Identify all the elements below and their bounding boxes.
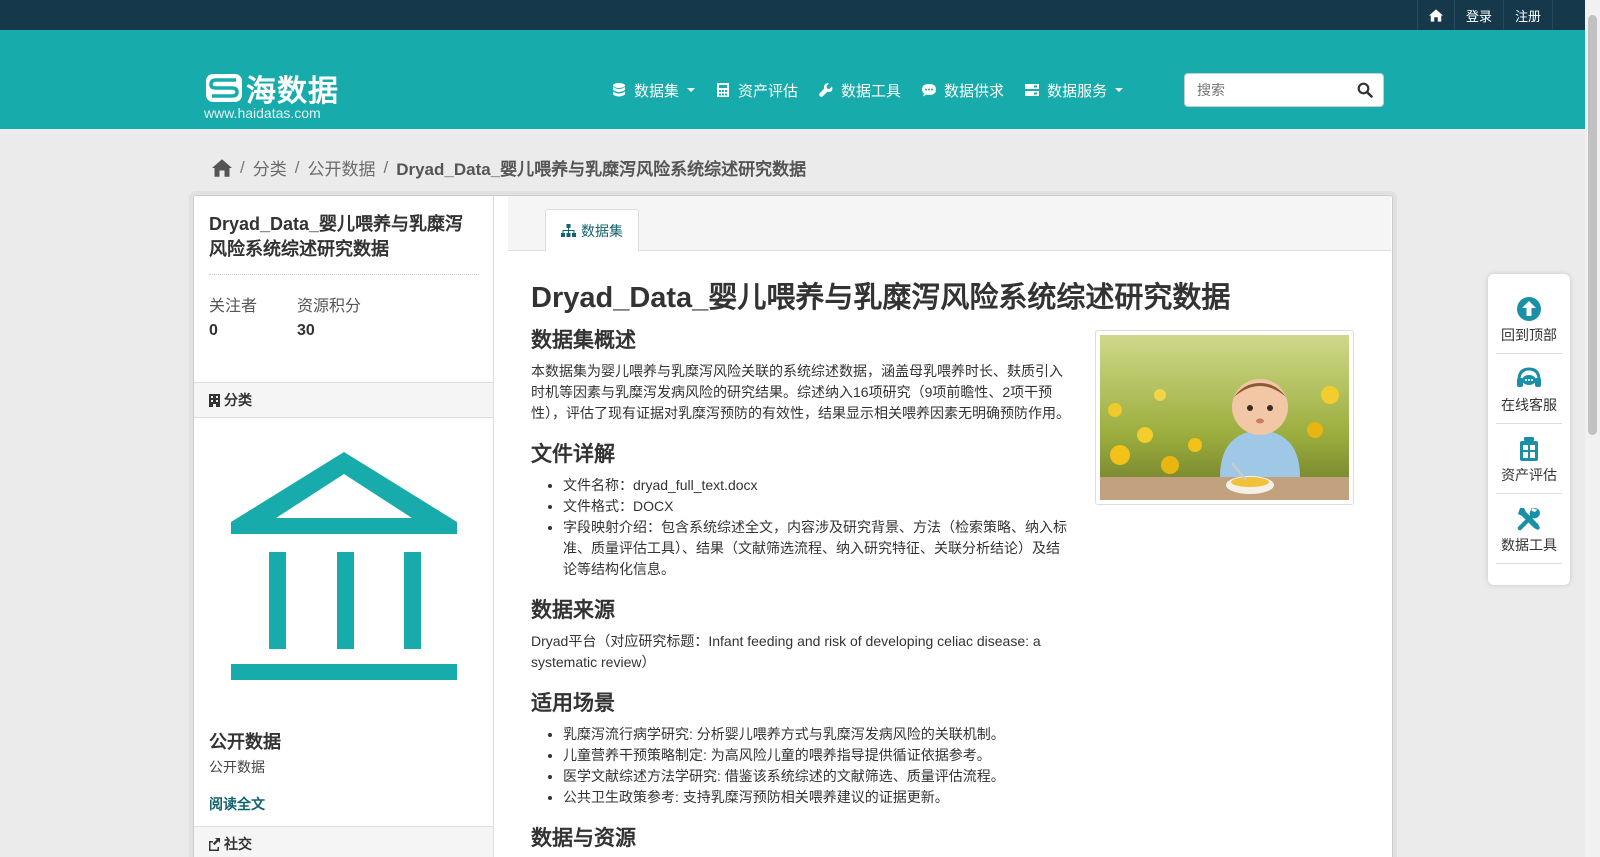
data-tools-label: 数据工具 [1501, 537, 1557, 553]
search-box [1184, 73, 1384, 107]
file-details-heading: 文件详解 [531, 443, 615, 466]
wrench-icon [819, 83, 833, 97]
breadcrumb-current[interactable]: Dryad_Data_婴儿喂养与乳糜泻风险系统综述研究数据 [396, 155, 806, 180]
floating-tool-rail: 回到顶部 在线客服 资产评估 数据工具 [1488, 274, 1570, 585]
points-count: 30 [297, 322, 315, 339]
content-area: 数据集 Dryad_Data_婴儿喂养与乳糜泻风险系统综述研究数据 数据集概述 … [495, 196, 1392, 857]
nav-asset-evaluation[interactable]: 资产评估 [716, 80, 798, 101]
nav-data-tools-label: 数据工具 [841, 82, 902, 100]
chevron-down-icon [1115, 88, 1124, 92]
breadcrumb-public-data[interactable]: 公开数据 [307, 155, 375, 180]
article-body: 数据集概述 本数据集为婴儿喂养与乳糜泻风险关联的系统综述数据，涵盖母乳喂养时长、… [531, 324, 1071, 857]
read-more-link[interactable]: 阅读全文 [209, 794, 265, 814]
list-item: 文件名称：dryad_full_text.docx [563, 475, 1071, 496]
category-section-label: 分类 [224, 392, 252, 408]
home-icon [1428, 8, 1443, 22]
breadcrumb: / 分类 / 公开数据 / Dryad_Data_婴儿喂养与乳糜泻风险系统综述研… [212, 155, 806, 180]
list-item: 公共卫生政策参考: 支持乳糜泻预防相关喂养建议的证据更新。 [563, 787, 1071, 808]
usage-heading: 适用场景 [531, 692, 615, 715]
home-icon[interactable] [212, 158, 232, 177]
tab-strip: 数据集 [508, 196, 1391, 252]
database-icon [613, 83, 625, 97]
online-support-button[interactable]: 在线客服 [1496, 354, 1562, 424]
breadcrumb-separator: / [383, 157, 389, 177]
list-item: 字段映射介绍：包含系统综述全文，内容涉及研究背景、方法（检索策略、纳入标准、质量… [563, 517, 1071, 580]
register-link[interactable]: 注册 [1502, 0, 1553, 30]
calculator-icon [717, 83, 730, 97]
site-logo[interactable]: 海数据 [206, 66, 339, 110]
list-item: 儿童营养干预策略制定: 为高风险儿童的喂养指导提供循证依据参考。 [563, 745, 1071, 766]
list-item: 乳糜泻流行病学研究: 分析婴儿喂养方式与乳糜泻发病风险的关联机制。 [563, 724, 1071, 745]
headset-icon [1517, 367, 1541, 387]
social-section-head: 社交 [194, 826, 493, 857]
tools-icon [1517, 508, 1540, 531]
brand-name: 海数据 [246, 74, 339, 109]
divider [209, 274, 479, 275]
data-tools-button[interactable]: 数据工具 [1496, 494, 1562, 564]
online-support-label: 在线客服 [1501, 397, 1557, 413]
logo-mark-icon [206, 74, 242, 102]
nav-datasets-label: 数据集 [634, 82, 680, 100]
social-section-label: 社交 [224, 836, 252, 852]
sidebar-dataset-title: Dryad_Data_婴儿喂养与乳糜泻风险系统综述研究数据 [209, 214, 464, 259]
building-icon [209, 393, 220, 407]
comment-icon [922, 84, 937, 97]
server-icon [1025, 84, 1040, 96]
home-link[interactable] [1416, 0, 1454, 30]
breadcrumb-separator: / [240, 157, 245, 177]
data-source-text: Dryad平台（对应研究标题：Infant feeding and risk o… [531, 633, 1041, 670]
tab-dataset-label: 数据集 [581, 222, 623, 239]
baby-photo [1100, 335, 1349, 500]
page-title: Dryad_Data_婴儿喂养与乳糜泻风险系统综述研究数据 [531, 282, 1231, 314]
search-icon[interactable] [1357, 82, 1373, 98]
login-link[interactable]: 登录 [1453, 0, 1503, 30]
back-to-top-button[interactable]: 回到顶部 [1496, 284, 1562, 354]
arrow-up-circle-icon [1517, 297, 1541, 321]
nav-data-services[interactable]: 数据服务 [1025, 80, 1124, 101]
nav-data-supply-label: 数据供求 [944, 82, 1005, 100]
back-to-top-label: 回到顶部 [1501, 327, 1557, 343]
org-description: 公开数据 [209, 759, 265, 775]
asset-evaluation-button[interactable]: 资产评估 [1496, 424, 1562, 494]
file-details-list: 文件名称：dryad_full_text.docx 文件格式：DOCX 字段映射… [563, 475, 1071, 580]
account-links: 登录 注册 [1416, 0, 1553, 30]
asset-evaluation-label: 资产评估 [1501, 467, 1557, 483]
category-section-head: 分类 [194, 382, 493, 418]
data-resources-heading: 数据与资源 [531, 827, 636, 850]
institution-icon [231, 452, 457, 680]
sitemap-icon [561, 224, 576, 237]
main-nav: 数据集 资产评估 数据工具 数据供求 数据服务 [612, 78, 1144, 102]
clipboard-icon [1520, 437, 1538, 461]
chevron-down-icon [687, 88, 696, 92]
org-title: 公开数据 [209, 732, 281, 752]
data-source-heading: 数据来源 [531, 599, 615, 622]
nav-datasets[interactable]: 数据集 [612, 80, 696, 101]
scrollbar-thumb[interactable] [1588, 15, 1597, 435]
account-bar: 登录 注册 [0, 0, 1600, 30]
sidebar: Dryad_Data_婴儿喂养与乳糜泻风险系统综述研究数据 关注者 资源积分 0… [194, 196, 494, 857]
overview-heading: 数据集概述 [531, 329, 636, 352]
followers-label: 关注者 [209, 298, 258, 315]
followers-count: 0 [209, 322, 218, 339]
points-label: 资源积分 [297, 298, 362, 315]
dataset-image [1095, 330, 1354, 505]
search-input[interactable] [1185, 74, 1345, 106]
page-scrollbar[interactable] [1585, 0, 1600, 857]
nav-data-supply[interactable]: 数据供求 [922, 80, 1004, 101]
list-item: 医学文献综述方法学研究: 借鉴该系统综述的文献筛选、质量评估流程。 [563, 766, 1071, 787]
nav-data-tools[interactable]: 数据工具 [819, 80, 901, 101]
brand-url: www.haidatas.com [204, 105, 321, 121]
nav-data-services-label: 数据服务 [1047, 82, 1108, 100]
overview-text: 本数据集为婴儿喂养与乳糜泻风险关联的系统综述数据，涵盖母乳喂养时长、麸质引入时机… [531, 363, 1070, 421]
nav-asset-evaluation-label: 资产评估 [738, 82, 799, 100]
breadcrumb-separator: / [294, 157, 300, 177]
breadcrumb-category[interactable]: 分类 [253, 155, 287, 180]
usage-list: 乳糜泻流行病学研究: 分析婴儿喂养方式与乳糜泻发病风险的关联机制。 儿童营养干预… [563, 724, 1071, 808]
main-wrapper: Dryad_Data_婴儿喂养与乳糜泻风险系统综述研究数据 关注者 资源积分 0… [193, 195, 1393, 857]
list-item: 文件格式：DOCX [563, 496, 1071, 517]
share-icon [209, 837, 220, 851]
tab-dataset[interactable]: 数据集 [545, 209, 639, 252]
